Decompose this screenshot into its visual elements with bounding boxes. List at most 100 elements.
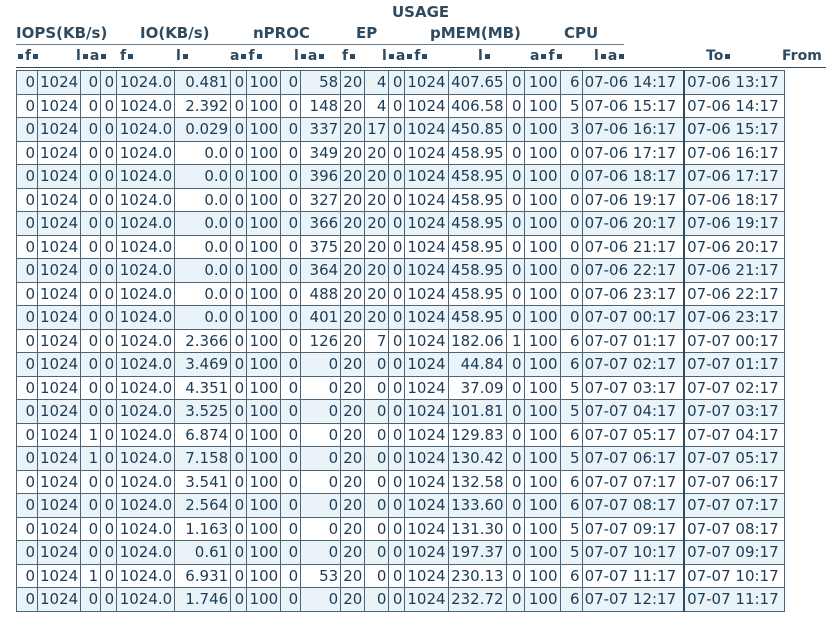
table-cell: 0 [16,422,38,447]
table-cell: 0 [388,469,406,494]
table-cell: 100 [246,281,282,306]
table-cell: 20 [340,516,366,541]
table-cell: 0 [388,352,406,377]
pmem-a-header[interactable]: af [530,48,564,64]
table-cell: 0 [505,305,525,330]
table-cell: 0 [100,328,118,353]
table-cell: 3.469 [174,352,232,377]
table-cell: 100 [523,352,561,377]
table-cell: 0 [505,352,525,377]
table-cell: 0 [280,117,302,142]
table-cell: 6.874 [174,422,232,447]
table-cell: 0 [388,164,406,189]
table-cell: 0 [280,399,302,424]
ep-l-header[interactable]: laf [382,48,429,64]
table-cell: 100 [523,469,561,494]
table-cell: 407.65 [447,70,507,95]
table-cell: 0 [280,164,302,189]
table-cell: 1024 [404,493,449,518]
table-cell: 0 [230,469,248,494]
from-cell: 07-07 01:17 [683,352,785,377]
table-cell: 0 [300,399,342,424]
table-cell: 0 [505,117,525,142]
sort-icon [350,53,356,59]
table-row: 0 1024 0 0 1024.0 0.0 0 100 0 364 20 20 0 1024 458.95 0… [16,258,785,283]
table-cell: 0 [388,305,406,330]
nproc-l-header[interactable]: la [294,48,326,64]
table-cell: 0 [280,493,302,518]
table-cell: 100 [523,258,561,283]
table-cell: 100 [246,305,282,330]
table-cell: 0 [388,422,406,447]
table-cell: 0 [559,211,583,236]
table-cell: 0 [80,587,102,612]
table-cell: 100 [246,234,282,259]
table-cell: 37.09 [447,375,507,400]
table-cell: 0 [16,446,38,471]
table-row: 0 1024 0 0 1024.0 3.525 0 100 0 0 20 0 0 1024 101.81 0 1… [16,399,785,424]
table-cell: 148 [300,93,342,118]
table-cell: 0 [505,258,525,283]
table-cell: 1024 [404,140,449,165]
table-cell: 396 [300,164,342,189]
table-cell: 1024.0 [116,187,176,212]
table-cell: 1024 [404,469,449,494]
io-a-header[interactable]: af [230,48,264,64]
table-cell: 3 [559,117,583,142]
table-cell: 100 [523,234,561,259]
iops-l-header[interactable]: la [76,48,108,64]
table-cell: 17 [364,117,390,142]
table-cell: 0 [364,375,390,400]
table-cell: 0 [100,469,118,494]
table-cell: 0 [559,140,583,165]
table-cell: 1024.0 [116,587,176,612]
table-cell: 0 [230,352,248,377]
table-cell: 0 [230,211,248,236]
table-cell: 458.95 [447,164,507,189]
iops-f-header[interactable]: f [16,48,40,64]
table-cell: 100 [246,211,282,236]
table-cell: 0 [100,211,118,236]
table-row: 0 1024 0 0 1024.0 0.61 0 100 0 0 20 0 0 1024 197.37 0 10… [16,540,785,565]
table-cell: 0 [80,140,102,165]
from-cell: 07-07 05:17 [683,446,785,471]
group-nproc: nPROC [253,24,310,42]
table-cell: 1024 [404,305,449,330]
table-cell: 0 [100,164,118,189]
table-cell: 1024 [36,93,82,118]
table-cell: 20 [364,258,390,283]
pmem-l-header[interactable]: l [478,48,492,64]
table-row: 0 1024 0 0 1024.0 0.0 0 100 0 488 20 20 0 1024 458.95 0… [16,281,785,306]
table-cell: 0 [280,469,302,494]
table-cell: 0.0 [174,234,232,259]
table-cell: 0 [388,516,406,541]
table-cell: 0 [364,469,390,494]
table-cell: 58 [300,70,342,95]
table-cell: 100 [523,563,561,588]
to-cell: 07-06 22:17 [581,258,686,283]
io-f-header[interactable]: f [120,48,135,64]
from-header[interactable]: From [782,48,822,64]
table-cell: 4 [364,93,390,118]
table-cell: 0 [505,469,525,494]
table-cell: 20 [340,187,366,212]
table-cell: 1024 [404,328,449,353]
table-cell: 1024 [404,211,449,236]
io-l-header[interactable]: l [176,48,190,64]
group-ep: EP [356,24,378,42]
sort-icon [556,53,562,59]
cpu-l-header[interactable]: la [594,48,626,64]
to-header[interactable]: To [706,48,732,64]
table-cell: 0 [280,587,302,612]
table-cell: 1.163 [174,516,232,541]
table-cell: 0 [100,117,118,142]
table-cell: 401 [300,305,342,330]
table-cell: 20 [340,422,366,447]
table-cell: 0 [364,446,390,471]
table-cell: 7 [364,328,390,353]
table-cell: 1024 [36,563,82,588]
ep-f-header[interactable]: f [342,48,357,64]
table-cell: 0.0 [174,211,232,236]
table-cell: 1024 [404,446,449,471]
table-cell: 0 [280,516,302,541]
